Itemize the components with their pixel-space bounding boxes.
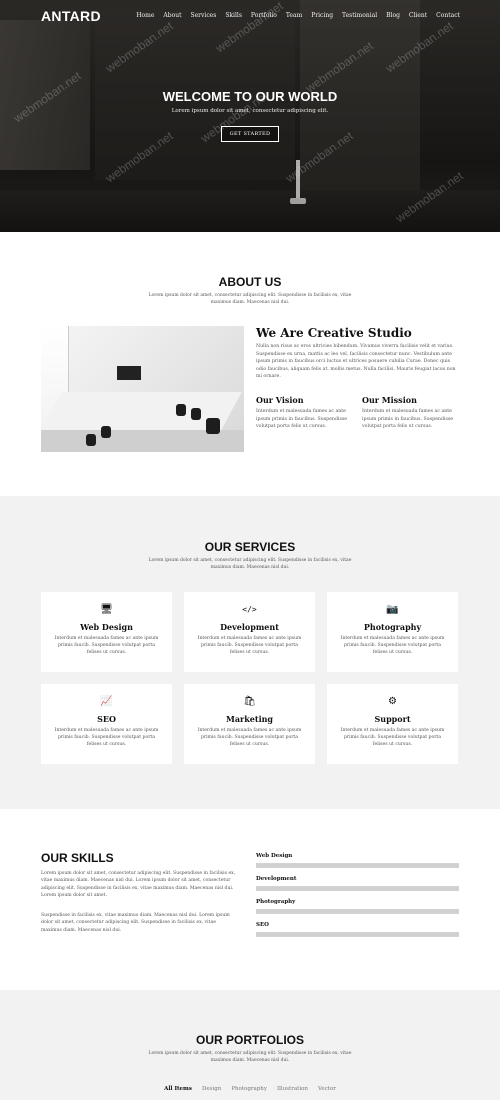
skills-paragraph: Suspendisse in facilisis ex, vitae maxim… xyxy=(41,913,230,933)
skill-bar-fill xyxy=(257,887,458,890)
site-logo[interactable]: ANTARD xyxy=(41,8,101,24)
service-card-marketing[interactable]: 🛍 Marketing Interdum et malesuada fames … xyxy=(184,684,315,764)
vision-text: Interdum et malesuada fames ac ante ipsu… xyxy=(256,409,348,430)
about-section: ABOUT US Lorem ipsum dolor sit amet, con… xyxy=(0,232,500,496)
nav-menu: Home About Services Skills Portfolio Tea… xyxy=(136,12,460,19)
service-text: Interdum et malesuada fames ac ante ipsu… xyxy=(340,636,445,656)
skills-section: OUR SKILLS Lorem ipsum dolor sit amet, c… xyxy=(0,809,500,990)
office-chair xyxy=(86,434,96,446)
navbar: ANTARD Home About Services Skills Portfo… xyxy=(0,0,500,32)
nav-item-blog[interactable]: Blog xyxy=(386,12,400,19)
office-chair xyxy=(206,418,220,434)
filter-illustration[interactable]: Illustration xyxy=(277,1086,308,1092)
portfolio-section: OUR PORTFOLIOS Lorem ipsum dolor sit ame… xyxy=(0,990,500,1100)
services-title: OUR SERVICES xyxy=(204,540,296,554)
service-text: Interdum et malesuada fames ac ante ipsu… xyxy=(197,728,302,748)
filter-photography[interactable]: Photography xyxy=(231,1086,267,1092)
hero-content: WELCOME TO OUR WORLD Lorem ipsum dolor s… xyxy=(0,89,500,142)
chart-line-icon: 📈 xyxy=(100,696,113,707)
service-text: Interdum et malesuada fames ac ante ipsu… xyxy=(197,636,302,656)
service-title: Support xyxy=(374,714,411,724)
service-title: SEO xyxy=(97,714,116,724)
hero-section: ANTARD Home About Services Skills Portfo… xyxy=(0,0,500,232)
nav-item-services[interactable]: Services xyxy=(190,12,216,19)
filter-vector[interactable]: Vector xyxy=(318,1086,336,1092)
nav-item-about[interactable]: About xyxy=(163,12,181,19)
portfolio-subtitle: Lorem ipsum dolor sit amet, consectetur … xyxy=(148,1051,352,1063)
services-subtitle: Lorem ipsum dolor sit amet, consectetur … xyxy=(148,558,352,570)
skill-label: Photography xyxy=(256,899,296,905)
skill-bar-fill xyxy=(257,864,458,867)
portfolio-title: OUR PORTFOLIOS xyxy=(196,1033,304,1047)
skill-bar-web-design xyxy=(256,863,459,868)
service-text: Interdum et malesuada fames ac ante ipsu… xyxy=(54,636,159,656)
filter-all-items[interactable]: All Items xyxy=(164,1086,192,1092)
about-office-image xyxy=(41,326,244,452)
service-card-web-design[interactable]: 🖥 Web Design Interdum et malesuada fames… xyxy=(41,592,172,672)
camera-icon: 📷 xyxy=(386,604,399,615)
mission-title: Our Mission xyxy=(362,395,417,405)
skills-paragraph: Lorem ipsum dolor sit amet, consectetur … xyxy=(41,871,236,899)
mission-text: Interdum et malesuada fames ac ante ipsu… xyxy=(362,409,454,430)
filter-design[interactable]: Design xyxy=(202,1086,221,1092)
service-title: Web Design xyxy=(80,622,133,632)
services-section: OUR SERVICES Lorem ipsum dolor sit amet,… xyxy=(0,496,500,809)
skills-title: OUR SKILLS xyxy=(41,851,114,865)
office-chair xyxy=(101,426,111,438)
service-text: Interdum et malesuada fames ac ante ipsu… xyxy=(54,728,159,748)
office-chair xyxy=(176,404,186,416)
gears-icon: ⚙ xyxy=(388,696,397,707)
office-chair xyxy=(191,408,201,420)
service-card-support[interactable]: ⚙ Support Interdum et malesuada fames ac… xyxy=(327,684,458,764)
nav-item-skills[interactable]: Skills xyxy=(225,12,242,19)
nav-item-pricing[interactable]: Pricing xyxy=(311,12,333,19)
about-subtitle: Lorem ipsum dolor sit amet, consectetur … xyxy=(148,293,352,305)
get-started-button[interactable]: GET STARTED xyxy=(220,126,280,142)
code-icon: </> xyxy=(242,605,257,614)
vision-title: Our Vision xyxy=(256,395,304,405)
skill-label: Development xyxy=(256,876,297,882)
desktop-icon: 🖥 xyxy=(100,604,113,615)
hero-subtitle: Lorem ipsum dolor sit amet, consectetur … xyxy=(171,108,329,114)
service-card-seo[interactable]: 📈 SEO Interdum et malesuada fames ac ant… xyxy=(41,684,172,764)
nav-item-portfolio[interactable]: Portfolio xyxy=(251,12,277,19)
service-title: Development xyxy=(220,622,279,632)
about-text: Nulla non risus ac eros ultricies bibend… xyxy=(256,344,456,380)
service-title: Photography xyxy=(363,622,422,632)
office-tv xyxy=(117,366,141,380)
skill-label: Web Design xyxy=(256,853,293,859)
skill-bar-development xyxy=(256,886,459,891)
service-title: Marketing xyxy=(225,714,274,724)
about-title: ABOUT US xyxy=(218,275,282,289)
skill-bar-fill xyxy=(257,910,458,913)
service-card-photography[interactable]: 📷 Photography Interdum et malesuada fame… xyxy=(327,592,458,672)
hero-title: WELCOME TO OUR WORLD xyxy=(162,89,338,104)
nav-item-team[interactable]: Team xyxy=(286,12,302,19)
skill-bar-photography xyxy=(256,909,459,914)
skill-label: SEO xyxy=(256,922,269,928)
skill-bar-fill xyxy=(257,933,458,936)
service-text: Interdum et malesuada fames ac ante ipsu… xyxy=(340,728,445,748)
shopping-bag-icon: 🛍 xyxy=(243,696,256,707)
nav-item-home[interactable]: Home xyxy=(136,12,154,19)
about-heading: We Are Creative Studio xyxy=(256,326,412,340)
nav-item-client[interactable]: Client xyxy=(409,12,427,19)
portfolio-filters: All Items Design Photography Illustratio… xyxy=(0,1086,500,1092)
nav-item-testimonial[interactable]: Testimonial xyxy=(342,12,377,19)
nav-item-contact[interactable]: Contact xyxy=(436,12,460,19)
skill-bar-seo xyxy=(256,932,459,937)
service-card-development[interactable]: </> Development Interdum et malesuada fa… xyxy=(184,592,315,672)
